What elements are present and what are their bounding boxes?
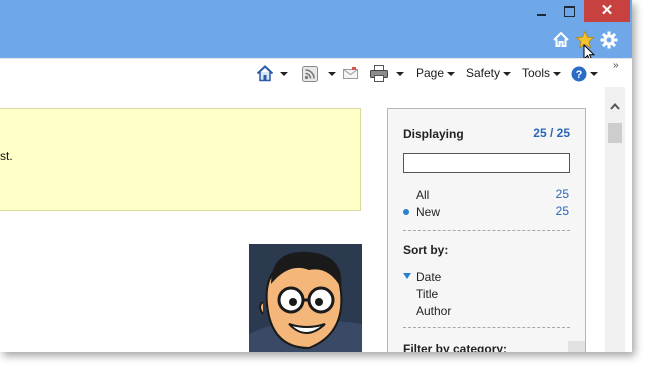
safety-menu-button[interactable]: Safety [466,64,512,82]
print-menu-button[interactable] [370,64,404,83]
svg-text:?: ? [576,69,583,81]
scroll-thumb[interactable] [608,123,622,143]
tools-menu-label: Tools [522,66,551,80]
chevron-down-icon [553,71,562,76]
scroll-up-icon [610,103,620,110]
page-menu-button[interactable]: Page [416,64,456,82]
rss-icon [302,65,318,82]
close-icon: ✕ [600,2,614,19]
notice-text: st. [0,149,13,163]
browser-window: ✕ Page Safety Tools ? » st. Displaying 2… [0,0,632,352]
chevron-down-icon [447,71,456,76]
gear-icon[interactable] [599,30,619,50]
print-icon [370,65,388,83]
maximize-button[interactable] [556,0,584,22]
close-button[interactable]: ✕ [584,0,630,22]
filter-all-count: 25 [555,187,569,201]
divider [403,327,570,328]
panel-scrollbar[interactable] [568,341,585,352]
author-avatar [249,244,362,352]
search-input[interactable] [403,153,570,173]
chevron-down-icon [280,71,288,76]
chevron-down-icon [396,71,404,76]
chevron-down-icon [328,71,336,76]
home-menu-button[interactable] [256,64,288,82]
title-bar: ✕ [0,0,632,62]
sort-title[interactable]: Title [416,287,438,301]
sort-date[interactable]: Date [416,270,441,284]
sort-author[interactable]: Author [416,304,451,318]
selected-dot-icon [403,209,409,215]
page-menu-label: Page [416,66,445,80]
chevron-down-icon [503,71,512,76]
chevron-down-icon [590,71,598,76]
notice-box: st. [0,108,361,211]
help-menu-button[interactable]: ? [571,64,598,82]
feed-filter-panel: Displaying 25 / 25 All 25 New 25 Sort by… [387,108,586,352]
command-bar: Page Safety Tools ? » [0,58,632,88]
tools-menu-button[interactable]: Tools [522,64,562,82]
sort-heading: Sort by: [403,243,449,257]
help-icon: ? [571,66,587,82]
filter-category-heading: Filter by category: [403,342,508,352]
feeds-menu-button[interactable] [302,64,336,82]
mail-button[interactable] [343,64,358,82]
minimize-button[interactable] [528,0,556,22]
divider [403,230,570,231]
mail-icon [343,67,358,80]
filter-all[interactable]: All [416,188,429,202]
overflow-chevron[interactable]: » [613,60,618,71]
home-icon [256,65,274,82]
page-scrollbar[interactable] [605,87,625,352]
safety-menu-label: Safety [466,66,501,80]
displaying-title: Displaying [403,127,464,141]
filter-new[interactable]: New [416,205,440,219]
sort-arrow-icon [403,273,411,279]
page-content: st. Displaying 25 / 25 All 25 New 25 Sor… [0,87,632,352]
filter-new-count: 25 [555,204,569,218]
home-icon[interactable] [551,30,571,50]
displaying-count: 25 / 25 [533,126,570,140]
